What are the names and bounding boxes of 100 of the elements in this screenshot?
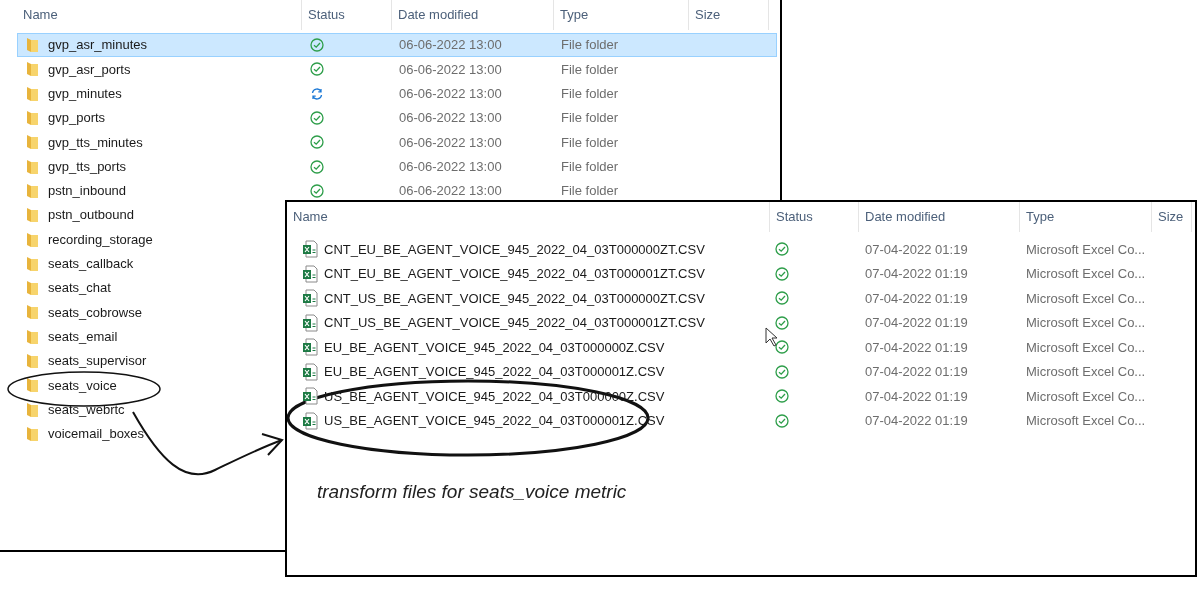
date-modified: 07-04-2022 01:19 [864, 363, 969, 381]
folder-row[interactable]: seats_cobrowse [17, 300, 283, 325]
mouse-cursor-icon [765, 327, 778, 347]
folder-name: gvp_ports [48, 109, 106, 128]
file-name[interactable]: EU_BE_AGENT_VOICE_945_2022_04_03T000001Z.CSV [324, 362, 665, 382]
check-circle-icon [310, 111, 324, 126]
file-type: Microsoft Excel Co... [1025, 338, 1147, 357]
date-modified: 06-06-2022 13:00 [398, 60, 503, 79]
folder-row[interactable]: gvp_minutes 06-06-2022 13:00 File folder [17, 81, 777, 106]
folder-row[interactable]: gvp_asr_ports 06-06-2022 13:00 File folder [17, 57, 777, 82]
folder-name: gvp_tts_minutes [48, 133, 143, 152]
check-circle-icon [775, 315, 789, 330]
file-type: File folder [560, 133, 620, 152]
folder-row[interactable]: pstn_outbound [17, 203, 283, 228]
sync-arrows-icon [310, 86, 324, 101]
file-type: File folder [560, 36, 620, 55]
spreadsheet-file-icon [302, 289, 318, 308]
date-modified: 07-04-2022 01:19 [864, 412, 969, 430]
folder-row[interactable]: gvp_tts_ports 06-06-2022 13:00 File folder [17, 154, 777, 179]
folder-name: pstn_inbound [48, 182, 127, 201]
folder-icon [25, 37, 39, 54]
file-name[interactable]: CNT_EU_BE_AGENT_VOICE_945_2022_04_03T000000ZT.CSV [324, 239, 705, 259]
folder-row[interactable]: seats_voice [17, 373, 283, 398]
date-modified: 06-06-2022 13:00 [398, 36, 503, 55]
column-header[interactable]: Date modified [398, 5, 479, 25]
folder-name: gvp_asr_minutes [48, 36, 147, 55]
file-type: Microsoft Excel Co... [1025, 289, 1147, 308]
column-header[interactable]: Date modified [865, 207, 946, 227]
column-header[interactable]: Size [1158, 207, 1184, 227]
check-circle-icon [310, 159, 324, 174]
column-header[interactable]: Size [695, 5, 721, 25]
spreadsheet-file-icon [302, 313, 318, 332]
folder-icon [25, 231, 39, 248]
file-type: Microsoft Excel Co... [1025, 412, 1147, 430]
folder-name: pstn_outbound [48, 206, 135, 225]
folder-name: seats_callback [48, 255, 134, 274]
annotation-caption: transform files for seats_voice metric [317, 481, 627, 502]
folder-icon [25, 280, 39, 297]
spreadsheet-file-icon [302, 240, 318, 259]
column-header[interactable]: Name [23, 5, 58, 25]
file-type: Microsoft Excel Co... [1025, 314, 1147, 332]
folder-icon [25, 304, 39, 321]
folder-name: seats_webrtc [48, 400, 125, 419]
spreadsheet-file-icon [302, 338, 318, 357]
folder-row[interactable]: seats_chat [17, 275, 283, 301]
column-header[interactable]: Name [293, 207, 328, 227]
file-name[interactable]: CNT_US_BE_AGENT_VOICE_945_2022_04_03T000001ZT.CSV [324, 313, 705, 333]
date-modified: 06-06-2022 13:00 [398, 109, 503, 128]
file-type: File folder [560, 182, 620, 201]
check-circle-icon [775, 364, 789, 379]
folder-row[interactable]: pstn_inbound 06-06-2022 13:00 File folder [17, 178, 777, 204]
file-type: File folder [560, 157, 620, 176]
folder-row[interactable]: recording_storage [17, 227, 283, 252]
date-modified: 06-06-2022 13:00 [398, 182, 503, 201]
file-type: Microsoft Excel Co... [1025, 387, 1147, 406]
folder-icon [25, 328, 39, 345]
check-circle-icon [775, 413, 789, 428]
spreadsheet-file-icon [302, 411, 318, 430]
folder-icon [25, 207, 39, 224]
folder-row[interactable]: voicemail_boxes [17, 421, 283, 447]
date-modified: 07-04-2022 01:19 [864, 314, 969, 332]
folder-icon [25, 61, 39, 78]
folder-icon [25, 182, 39, 199]
file-name[interactable]: CNT_EU_BE_AGENT_VOICE_945_2022_04_03T000001ZT.CSV [324, 264, 705, 284]
folder-name: seats_email [48, 327, 118, 346]
folder-icon [25, 255, 39, 272]
date-modified: 07-04-2022 01:19 [864, 338, 969, 357]
file-type: Microsoft Excel Co... [1025, 363, 1147, 381]
column-header[interactable]: Type [1026, 207, 1055, 227]
spreadsheet-file-icon [302, 264, 318, 283]
folder-icon [25, 377, 39, 394]
folder-row[interactable]: gvp_asr_minutes 06-06-2022 13:00 File folder [17, 33, 777, 58]
folder-row[interactable]: gvp_tts_minutes 06-06-2022 13:00 File folder [17, 130, 777, 155]
check-circle-icon [310, 135, 324, 150]
file-name[interactable]: CNT_US_BE_AGENT_VOICE_945_2022_04_03T000000ZT.CSV [324, 288, 705, 308]
folder-row[interactable]: gvp_ports 06-06-2022 13:00 File folder [17, 105, 777, 131]
check-circle-icon [310, 38, 324, 53]
folder-icon [25, 401, 39, 418]
folder-icon [25, 85, 39, 102]
check-circle-icon [310, 62, 324, 77]
folder-name: gvp_asr_ports [48, 60, 131, 79]
folder-name: seats_chat [48, 279, 111, 298]
check-circle-icon [775, 389, 789, 404]
folder-row[interactable]: seats_callback [17, 251, 283, 276]
date-modified: 06-06-2022 13:00 [398, 85, 503, 103]
folder-row[interactable]: seats_email [17, 324, 283, 349]
folder-icon [25, 110, 39, 127]
folder-name: gvp_tts_ports [48, 157, 127, 176]
column-header[interactable]: Status [308, 5, 345, 25]
folder-row[interactable]: seats_webrtc [17, 397, 283, 422]
check-circle-icon [775, 242, 789, 257]
file-type: File folder [560, 109, 620, 128]
column-header[interactable]: Type [560, 5, 589, 25]
folder-icon [25, 425, 39, 442]
column-header[interactable]: Status [776, 207, 813, 227]
folder-row[interactable]: seats_supervisor [17, 348, 283, 374]
file-name[interactable]: EU_BE_AGENT_VOICE_945_2022_04_03T000000Z.CSV [324, 337, 665, 357]
file-type: File folder [560, 60, 620, 79]
file-type: Microsoft Excel Co... [1025, 265, 1147, 283]
file-type: Microsoft Excel Co... [1025, 240, 1147, 259]
